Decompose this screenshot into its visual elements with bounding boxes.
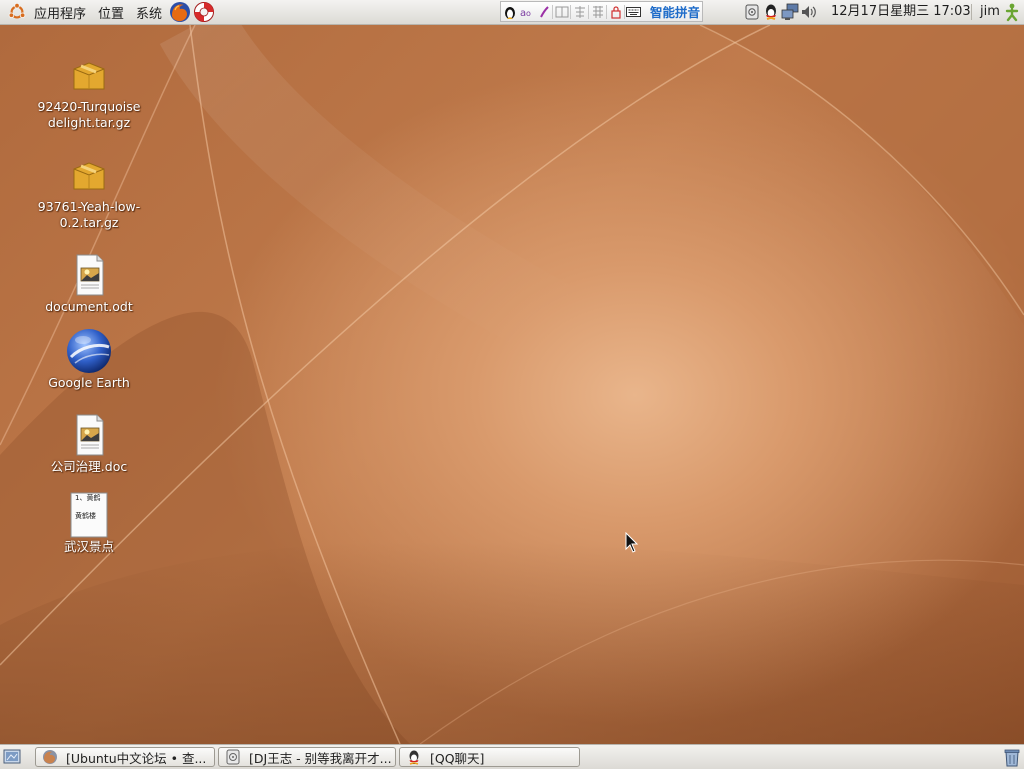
- ime-mode-label[interactable]: 智能拼音: [650, 2, 700, 21]
- traditional-icon[interactable]: [589, 2, 606, 21]
- firefox-launcher[interactable]: [169, 1, 191, 23]
- help-lifebuoy-icon: [194, 2, 215, 22]
- menu-places[interactable]: 位置: [92, 0, 130, 24]
- desktop-icon-archive-turquoise[interactable]: 92420-Turquoise delight.tar.gz: [24, 51, 154, 131]
- media-player-icon: [226, 749, 240, 765]
- punctuation-icon[interactable]: [535, 2, 552, 21]
- network-icon[interactable]: [780, 2, 799, 22]
- tux-icon[interactable]: [501, 2, 518, 21]
- qq-icon[interactable]: [761, 2, 780, 22]
- taskbar-button-label: [QQ聊天]: [430, 750, 485, 766]
- volume-icon[interactable]: [799, 2, 818, 22]
- clock[interactable]: 12月17日星期三 17:03: [831, 0, 971, 24]
- simplified-icon[interactable]: [571, 2, 588, 21]
- desktop-icon-archive-yeah-low[interactable]: 93761-Yeah-low-0.2.tar.gz: [24, 151, 154, 231]
- google-earth-icon: [67, 329, 111, 373]
- top-panel: 应用程序 位置 系统 ao 智能拼音 12月17日星期三 17:03 jim: [0, 0, 1024, 25]
- desktop-icon-company-governance-doc[interactable]: 公司治理.doc: [24, 411, 154, 475]
- input-method-bar[interactable]: ao 智能拼音: [500, 1, 703, 22]
- input-mode-icon[interactable]: ao: [518, 2, 535, 21]
- svg-text:o: o: [526, 9, 531, 18]
- user-icon[interactable]: [1001, 2, 1021, 22]
- document-icon: [76, 254, 104, 296]
- firefox-icon: [43, 750, 57, 764]
- desktop-icon-label: 92420-Turquoise delight.tar.gz: [37, 99, 141, 130]
- trash-icon[interactable]: [1002, 747, 1022, 767]
- notification-tray: [742, 1, 818, 23]
- desktop-icon-label: 93761-Yeah-low-0.2.tar.gz: [37, 199, 141, 230]
- taskbar-button-qq[interactable]: [QQ聊天]: [399, 747, 580, 767]
- firefox-icon: [170, 2, 191, 22]
- bottom-panel: [Ubuntu中文论坛 • 查... [DJ王志 - 别等我离开才... [QQ…: [0, 744, 1024, 769]
- taskbar-button-media-player[interactable]: [DJ王志 - 别等我离开才...: [218, 747, 396, 767]
- menu-applications[interactable]: 应用程序: [28, 0, 92, 24]
- desktop-icon-label: 公司治理.doc: [50, 459, 128, 474]
- text-preview-line: 黄鹤楼: [75, 512, 96, 520]
- archive-package-icon: [73, 62, 105, 90]
- desktop-icon-label: Google Earth: [48, 375, 130, 390]
- half-width-icon[interactable]: [553, 2, 570, 21]
- desktop-background[interactable]: 92420-Turquoise delight.tar.gz 93761-Yea…: [0, 25, 1024, 744]
- taskbar-button-label: [DJ王志 - 别等我离开才...: [249, 750, 392, 766]
- ubuntu-logo-icon[interactable]: [8, 3, 26, 21]
- disk-icon[interactable]: [742, 2, 761, 22]
- desktop-icon-google-earth[interactable]: Google Earth: [24, 327, 154, 391]
- menu-system[interactable]: 系统: [130, 0, 168, 24]
- desktop-icon-document-odt[interactable]: document.odt: [24, 251, 154, 315]
- show-desktop-icon[interactable]: [3, 748, 21, 766]
- text-file-preview-icon: 1、黄鹤 黄鹤楼: [65, 491, 113, 539]
- text-preview-line: 1、黄鹤: [75, 494, 101, 502]
- taskbar-button-firefox[interactable]: [Ubuntu中文论坛 • 查...: [35, 747, 215, 767]
- desktop-icon-label: document.odt: [45, 299, 133, 314]
- document-icon: [76, 414, 104, 456]
- lock-icon[interactable]: [607, 2, 624, 21]
- mouse-cursor-icon: [625, 532, 639, 553]
- qq-icon: [409, 750, 419, 765]
- desktop-icon-wuhan-attractions[interactable]: 1、黄鹤 黄鹤楼 武汉景点: [24, 491, 154, 555]
- help-launcher[interactable]: [193, 1, 215, 23]
- keyboard-icon[interactable]: [625, 2, 642, 21]
- user-switcher-label[interactable]: jim: [980, 0, 1000, 24]
- taskbar-button-label: [Ubuntu中文论坛 • 查...: [66, 750, 207, 766]
- panel-separator: [971, 4, 972, 20]
- desktop-icon-label: 武汉景点: [63, 539, 114, 554]
- archive-package-icon: [73, 162, 105, 190]
